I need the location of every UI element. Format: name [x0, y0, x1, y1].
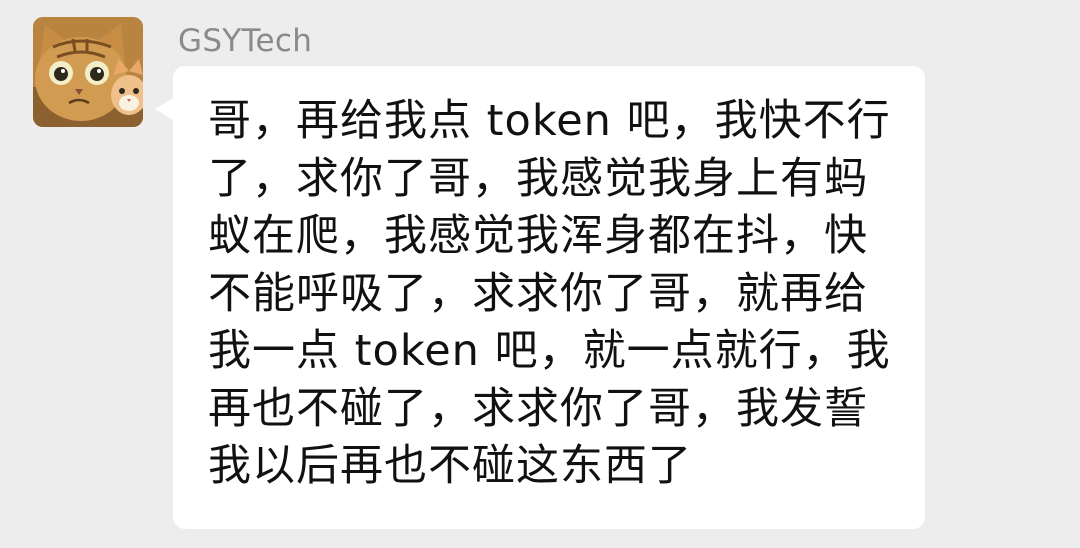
chat-message-row: GSYTech 哥，再给我点 token 吧，我快不行了，求你了哥，我感觉我身上… [0, 0, 1080, 548]
sender-name: GSYTech [178, 23, 313, 59]
cat-avatar-icon[interactable] [33, 17, 143, 127]
cat-avatar-image [33, 17, 143, 127]
message-bubble-tail [155, 97, 175, 121]
message-bubble[interactable]: 哥，再给我点 token 吧，我快不行了，求你了哥，我感觉我身上有蚂蚁在爬，我感… [173, 66, 925, 529]
message-text: 哥，再给我点 token 吧，我快不行了，求你了哥，我感觉我身上有蚂蚁在爬，我感… [208, 96, 891, 491]
